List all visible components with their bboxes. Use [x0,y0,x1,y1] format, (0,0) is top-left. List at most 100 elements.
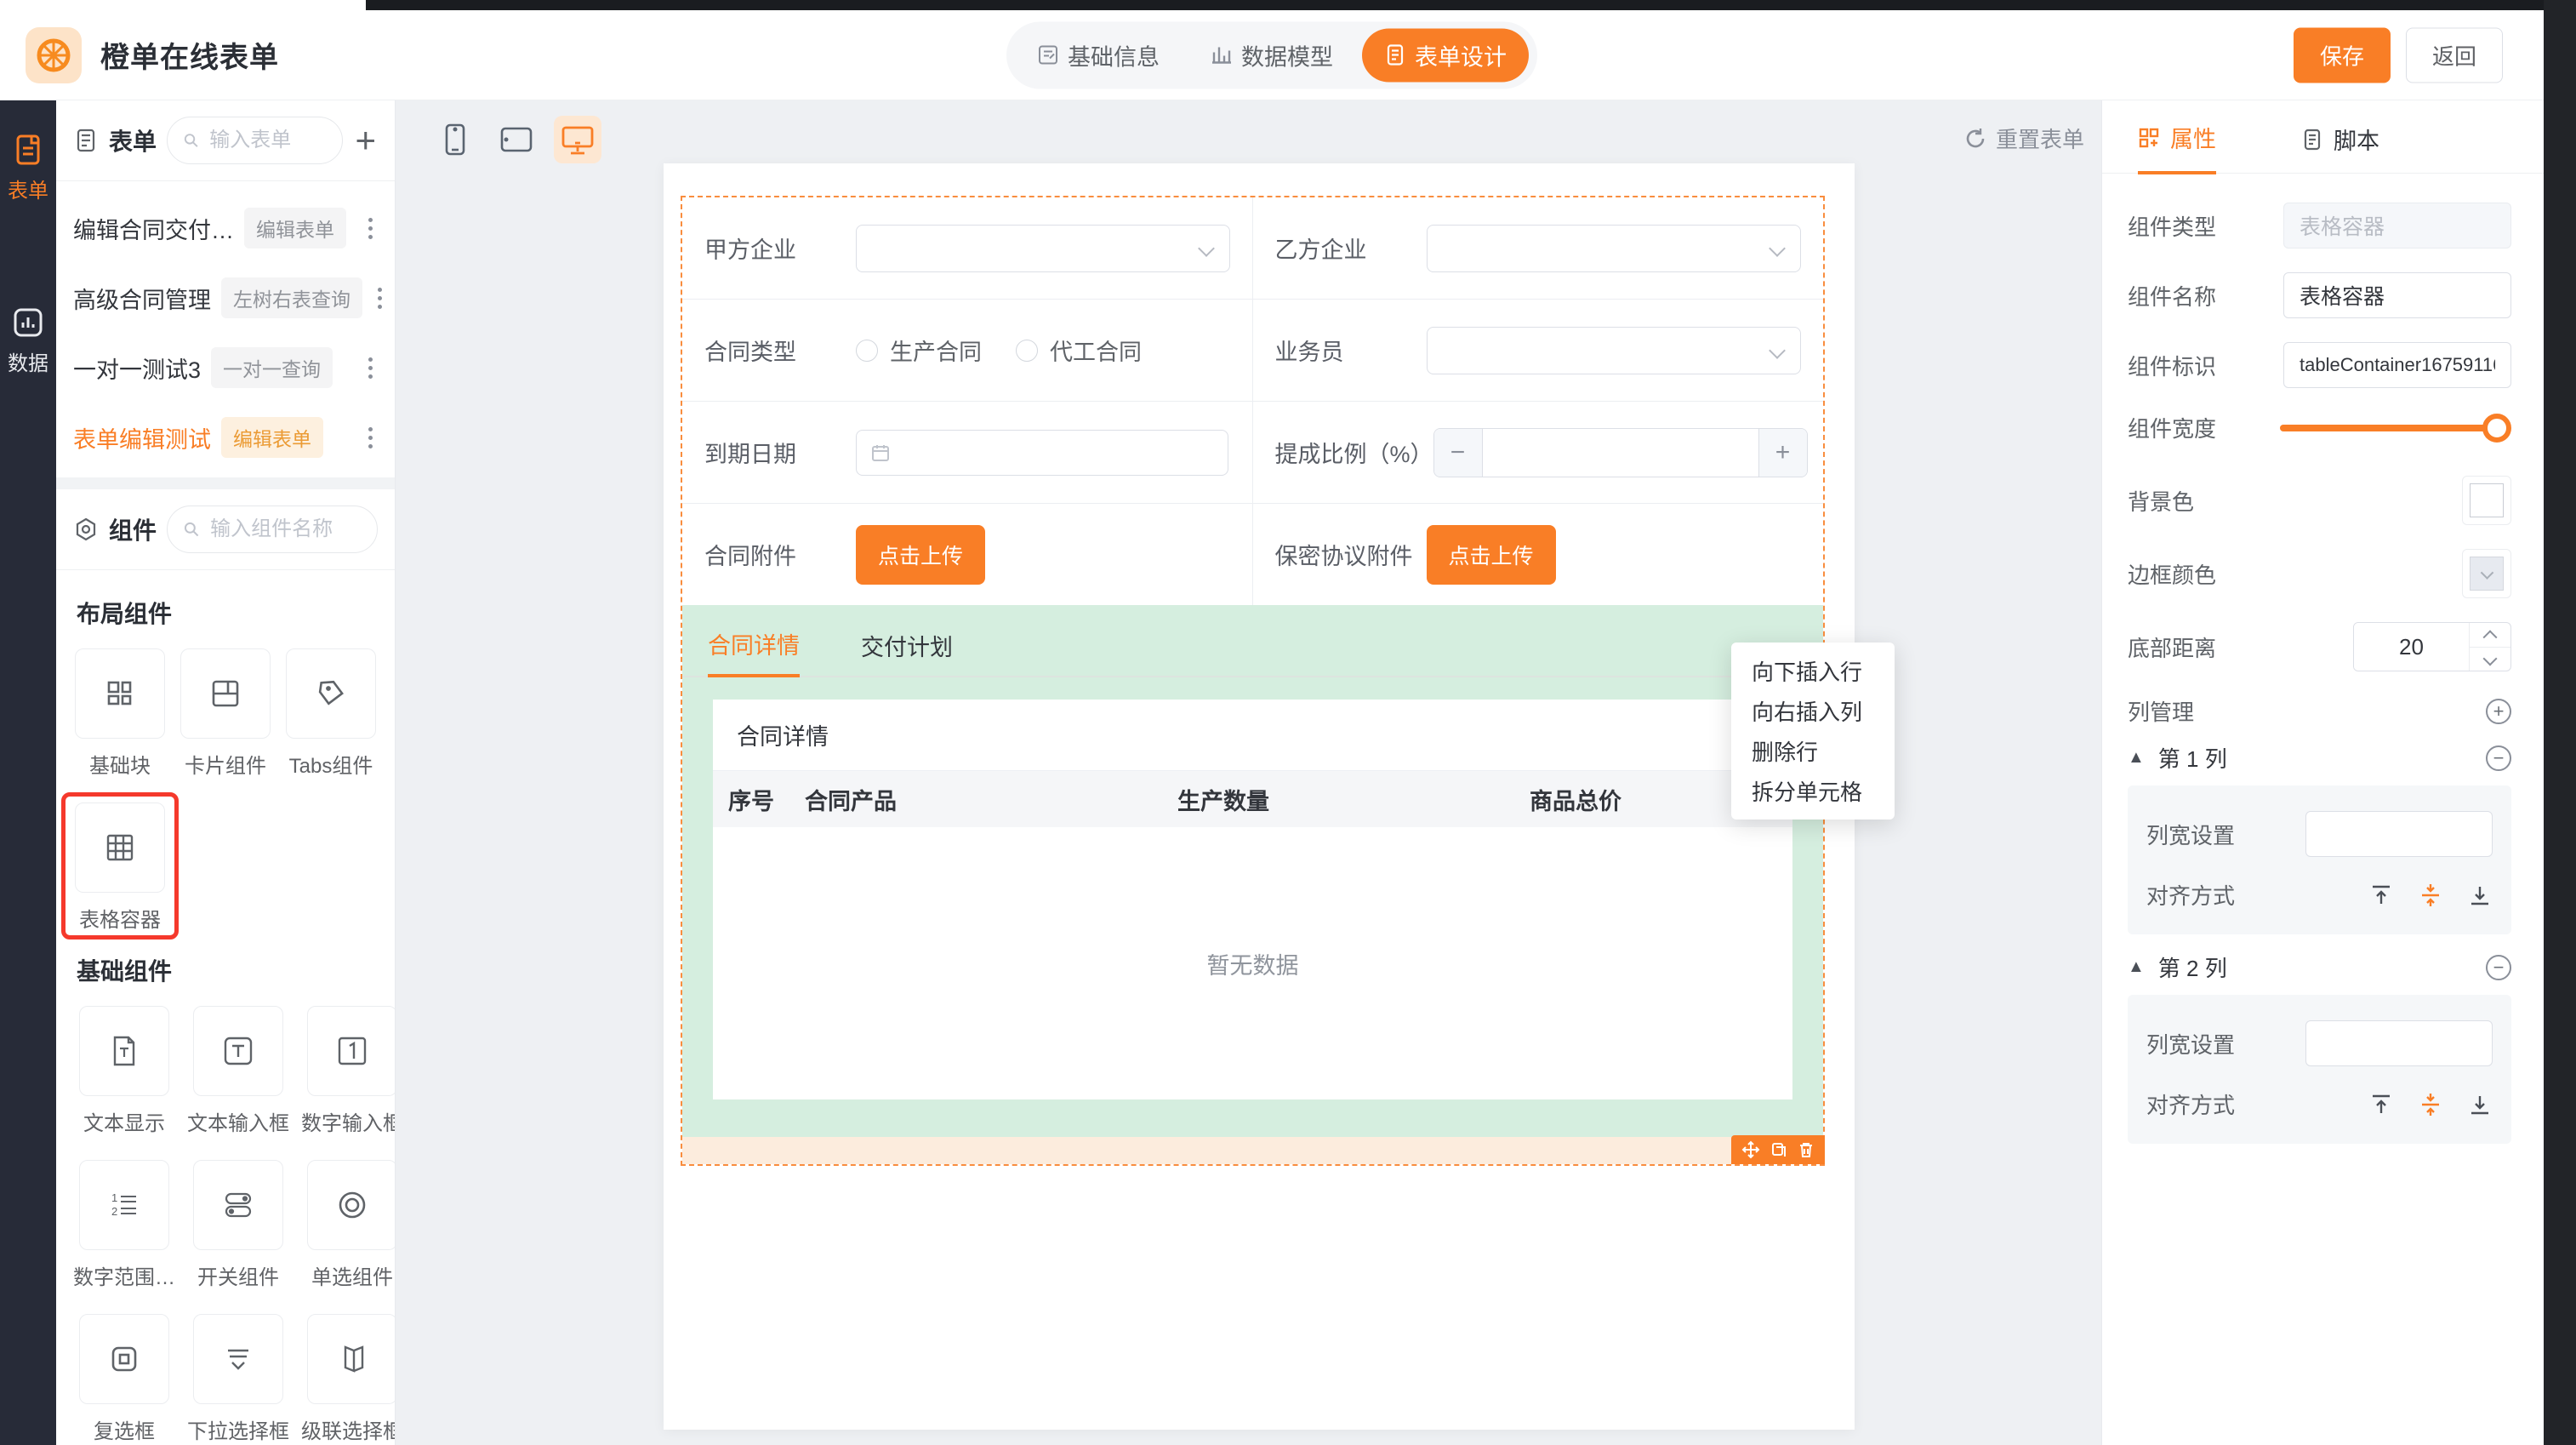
component-table-container[interactable]: 表格容器 [73,802,167,933]
salesman-select[interactable] [1427,327,1801,374]
tab-delivery-plan[interactable]: 交付计划 [861,629,953,676]
party-b-select[interactable] [1427,225,1801,272]
header-nav: 基础信息 数据模型 表单设计 [1006,21,1537,89]
background-color-picker[interactable] [2462,476,2511,525]
component-radio[interactable]: 单选组件 [301,1160,396,1290]
form-item-menu-icon[interactable] [363,213,378,244]
ordered-list-icon: 12 [105,1186,143,1224]
form-list-item-active[interactable]: 表单编辑测试 编辑表单 [56,403,395,472]
tab-form-design[interactable]: 表单设计 [1362,28,1529,82]
align-top-button[interactable] [2368,1092,2394,1117]
component-text-display[interactable]: 文本显示 [73,1006,175,1136]
rail-item-forms[interactable]: 表单 [0,133,56,203]
bottom-spacing-input[interactable] [2354,623,2469,671]
stepper-value-input[interactable] [1483,429,1758,477]
orange-fruit-icon [36,37,71,73]
form-list-item[interactable]: 高级合同管理 左树右表查询 [56,263,395,333]
forms-search-input[interactable] [208,128,327,153]
tab-properties[interactable]: 属性 [2138,121,2216,174]
chevron-down-icon [1769,240,1786,257]
menu-insert-row-below[interactable]: 向下插入行 [1731,651,1895,691]
contract-upload-button[interactable]: 点击上传 [856,525,985,585]
form-item-menu-icon[interactable] [363,352,378,384]
align-bottom-button[interactable] [2467,882,2493,908]
add-column-icon[interactable]: + [2486,699,2511,724]
remove-column-icon[interactable]: − [2486,955,2511,980]
device-tablet-button[interactable] [493,116,540,163]
component-number-input[interactable]: 数字输入框 [301,1006,396,1136]
form-list-item[interactable]: 一对一测试3 一对一查询 [56,333,395,403]
width-slider[interactable] [2280,425,2508,431]
tag-icon [311,674,350,713]
device-mobile-button[interactable] [431,116,479,163]
rail-item-data[interactable]: 数据 [0,306,56,376]
form-list-item[interactable]: 编辑合同交付… 编辑表单 [56,193,395,263]
chevron-down-icon [1769,342,1786,359]
design-canvas: 重置表单 甲方企业 乙方企业 合同类 [396,100,2101,1445]
nda-upload-button[interactable]: 点击上传 [1427,525,1556,585]
slider-handle[interactable] [2482,414,2511,443]
component-tabs[interactable]: Tabs组件 [284,648,378,779]
tab-contract-detail[interactable]: 合同详情 [708,627,800,677]
component-select[interactable]: 下拉选择框 [187,1314,289,1444]
menu-split-cell[interactable]: 拆分单元格 [1731,771,1895,811]
component-switch[interactable]: 开关组件 [187,1160,289,1290]
delete-icon[interactable] [1798,1141,1815,1158]
spinner-down-button[interactable] [2470,648,2510,671]
components-search-input[interactable] [208,517,362,542]
component-basic-block[interactable]: 基础块 [73,648,167,779]
copy-icon[interactable] [1770,1141,1787,1158]
component-text-input[interactable]: 文本输入框 [187,1006,289,1136]
prop-component-width: 组件宽度 [2128,412,2511,443]
back-button[interactable]: 返回 [2406,27,2503,83]
component-id-input[interactable] [2283,342,2511,388]
menu-delete-row[interactable]: 删除行 [1731,731,1895,771]
component-name-input[interactable] [2283,272,2511,318]
forms-search[interactable] [167,117,343,164]
selection-action-badge [1731,1135,1825,1164]
column-width-input[interactable] [2305,811,2493,857]
stepper-decrease-button[interactable]: − [1434,429,1483,477]
chevron-down-icon [1198,240,1215,257]
component-number-range[interactable]: 12 数字范围… [73,1160,175,1290]
party-a-select[interactable] [856,225,1230,272]
tab-basic-info[interactable]: 基础信息 [1015,28,1182,82]
device-desktop-button[interactable] [554,116,601,163]
selected-container-outline[interactable]: 甲方企业 乙方企业 合同类型 生产合同 代工合同 [681,196,1825,1166]
forms-panel-header: 表单 + [56,100,395,181]
align-middle-button[interactable] [2418,1092,2443,1117]
tab-data-model[interactable]: 数据模型 [1188,28,1355,82]
svg-text:1: 1 [111,1191,117,1204]
border-color-picker[interactable] [2462,549,2511,598]
radio-production-contract[interactable]: 生产合同 [856,334,982,367]
prop-component-id: 组件标识 [2128,342,2511,388]
spinner-up-button[interactable] [2470,623,2510,648]
stepper-increase-button[interactable]: + [1758,429,1807,477]
form-item-menu-icon[interactable] [363,422,378,454]
column-width-input[interactable] [2305,1020,2493,1066]
due-date-input[interactable] [856,430,1228,476]
reset-form-button[interactable]: 重置表单 [1963,123,2084,154]
collapse-triangle-icon[interactable]: ▲ [2128,748,2145,768]
sidebar: 表单 + 编辑合同交付… 编辑表单 高级合同管理 左树右表查询 一对一测试3 一… [56,100,396,1445]
collapse-triangle-icon[interactable]: ▲ [2128,957,2145,977]
selected-table-container[interactable]: 合同详情 交付计划 合同详情 序号 合同产品 生产数量 商品总价 暂无数据 [682,605,1823,1137]
save-button[interactable]: 保存 [2294,27,2391,83]
form-item-menu-icon[interactable] [373,283,387,314]
tab-script[interactable]: 脚本 [2301,123,2379,173]
component-card[interactable]: 卡片组件 [179,648,272,779]
radio-oem-contract[interactable]: 代工合同 [1016,334,1142,367]
component-cascader[interactable]: 级联选择框 [301,1314,396,1444]
align-top-button[interactable] [2368,882,2394,908]
contract-type-radio-group: 生产合同 代工合同 [856,334,1142,367]
align-bottom-button[interactable] [2467,1092,2493,1117]
remove-column-icon[interactable]: − [2486,745,2511,771]
move-icon[interactable] [1741,1140,1760,1159]
properties-body: 组件类型 组件名称 组件标识 组件宽度 背景色 边框颜色 [2102,174,2544,1144]
components-search[interactable] [167,505,378,553]
add-form-button[interactable]: + [353,123,378,158]
component-checkbox[interactable]: 复选框 [73,1314,175,1444]
table-header-row: 序号 合同产品 生产数量 商品总价 [713,771,1792,827]
align-middle-button[interactable] [2418,882,2443,908]
menu-insert-column-right[interactable]: 向右插入列 [1731,691,1895,731]
